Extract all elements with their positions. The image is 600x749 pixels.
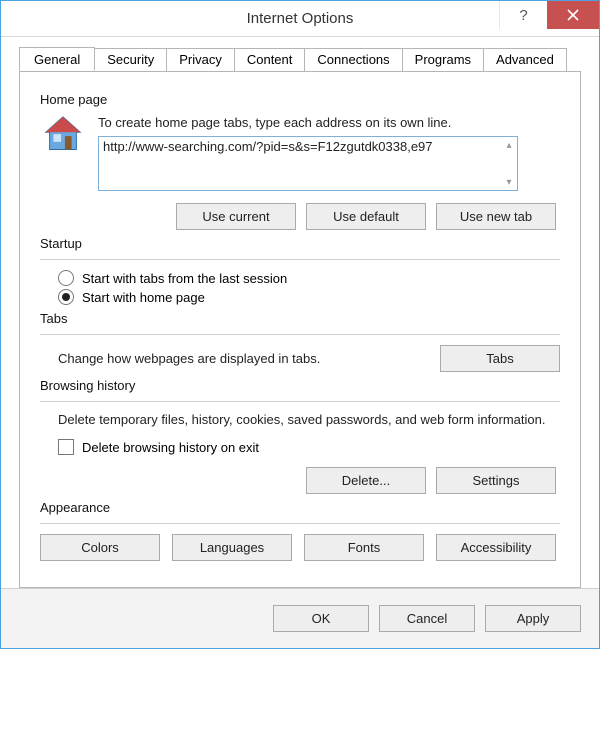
divider (40, 259, 560, 260)
accessibility-button[interactable]: Accessibility (436, 534, 556, 561)
home-icon (40, 115, 86, 155)
tab-connections[interactable]: Connections (305, 48, 402, 72)
internet-options-window: Internet Options ? General Security Priv… (0, 0, 600, 649)
history-section: Browsing history Delete temporary files,… (40, 378, 560, 494)
close-icon (567, 9, 579, 21)
appearance-buttons: Colors Languages Fonts Accessibility (40, 534, 560, 561)
history-buttons: Delete... Settings (40, 467, 556, 494)
homepage-desc: To create home page tabs, type each addr… (98, 115, 560, 130)
divider (40, 523, 560, 524)
tab-privacy[interactable]: Privacy (167, 48, 235, 72)
delete-on-exit-label: Delete browsing history on exit (82, 440, 259, 455)
homepage-section: Home page To create home page tabs, type… (40, 92, 560, 230)
titlebar: Internet Options ? (1, 1, 599, 37)
dialog-body: General Security Privacy Content Connect… (1, 37, 599, 588)
close-button[interactable] (547, 1, 599, 29)
tab-programs[interactable]: Programs (403, 48, 484, 72)
startup-section: Startup Start with tabs from the last se… (40, 236, 560, 305)
startup-radio-home[interactable]: Start with home page (58, 289, 560, 305)
languages-button[interactable]: Languages (172, 534, 292, 561)
tab-general[interactable]: General (19, 47, 95, 71)
startup-last-label: Start with tabs from the last session (82, 271, 287, 286)
tabs-desc: Change how webpages are displayed in tab… (58, 351, 320, 366)
history-label: Browsing history (40, 378, 560, 393)
homepage-label: Home page (40, 92, 560, 107)
tabs-label: Tabs (40, 311, 560, 326)
apply-button[interactable]: Apply (485, 605, 581, 632)
homepage-buttons: Use current Use default Use new tab (40, 203, 556, 230)
tabs-section: Tabs Change how webpages are displayed i… (40, 311, 560, 372)
help-button[interactable]: ? (499, 1, 547, 29)
checkbox-icon (58, 439, 74, 455)
appearance-label: Appearance (40, 500, 560, 515)
tab-security[interactable]: Security (95, 48, 167, 72)
dialog-footer: OK Cancel Apply (1, 588, 599, 648)
homepage-url-input[interactable] (99, 137, 517, 185)
use-current-button[interactable]: Use current (176, 203, 296, 230)
tab-strip: General Security Privacy Content Connect… (19, 47, 581, 72)
colors-button[interactable]: Colors (40, 534, 160, 561)
tabs-button[interactable]: Tabs (440, 345, 560, 372)
history-desc: Delete temporary files, history, cookies… (58, 412, 560, 427)
divider (40, 401, 560, 402)
divider (40, 334, 560, 335)
ok-button[interactable]: OK (273, 605, 369, 632)
tab-content[interactable]: Content (235, 48, 306, 72)
scroll-up-icon[interactable]: ▴ (502, 138, 516, 152)
general-panel: Home page To create home page tabs, type… (19, 71, 581, 588)
startup-label: Startup (40, 236, 560, 251)
cancel-button[interactable]: Cancel (379, 605, 475, 632)
use-default-button[interactable]: Use default (306, 203, 426, 230)
startup-radio-last[interactable]: Start with tabs from the last session (58, 270, 560, 286)
delete-on-exit-row[interactable]: Delete browsing history on exit (58, 439, 560, 455)
homepage-url-wrap: ▴ ▾ (98, 136, 518, 191)
settings-button[interactable]: Settings (436, 467, 556, 494)
delete-button[interactable]: Delete... (306, 467, 426, 494)
appearance-section: Appearance Colors Languages Fonts Access… (40, 500, 560, 561)
scroll-down-icon[interactable]: ▾ (502, 175, 516, 189)
radio-icon (58, 289, 74, 305)
title-buttons: ? (499, 1, 599, 36)
use-new-tab-button[interactable]: Use new tab (436, 203, 556, 230)
fonts-button[interactable]: Fonts (304, 534, 424, 561)
tab-advanced[interactable]: Advanced (484, 48, 567, 72)
radio-icon (58, 270, 74, 286)
startup-home-label: Start with home page (82, 290, 205, 305)
